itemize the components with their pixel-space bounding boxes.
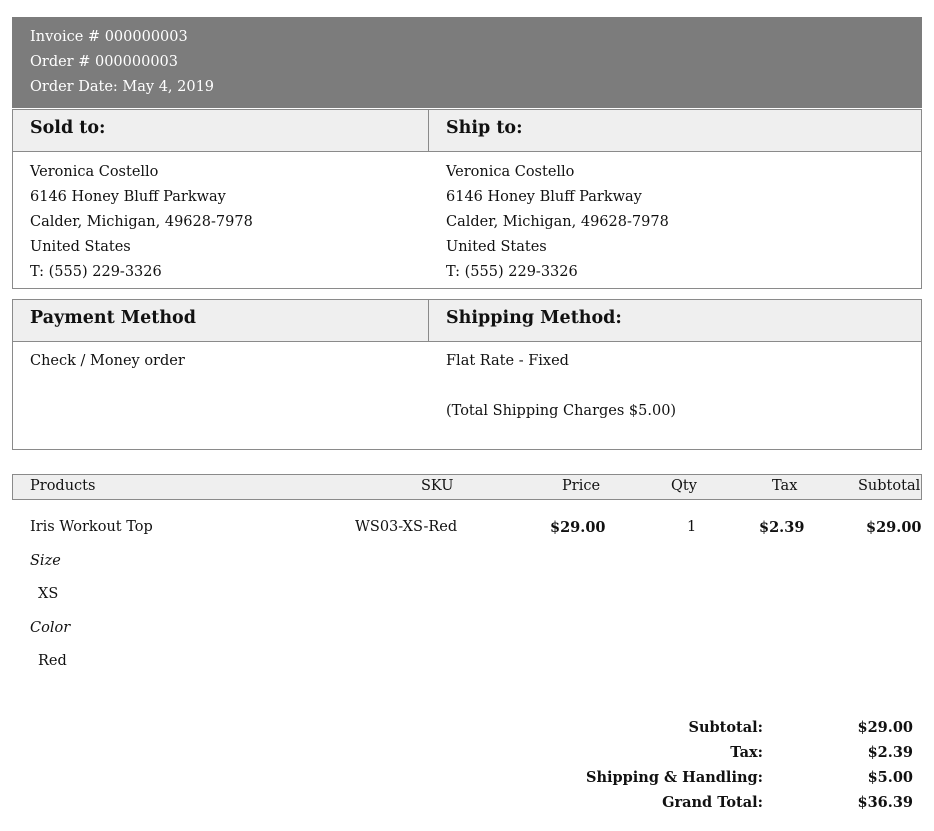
grand-total-value: $36.39 [857,794,914,811]
methods-section-header: Payment Method Shipping Method: [13,300,921,342]
ship-to-line: Veronica Costello [446,164,575,180]
sold-to-line: Calder, Michigan, 49628-7978 [30,214,253,230]
sold-to-address: Veronica Costello 6146 Honey Bluff Parkw… [13,152,429,285]
payment-method-value: Check / Money order [30,353,185,369]
product-tax: $2.39 [759,519,805,536]
sold-to-heading: Sold to: [13,110,429,151]
product-subtotal: $29.00 [866,519,922,536]
items-table-header: Products SKU Price Qty Tax Subtotal [12,474,922,500]
option-label: Size [30,553,61,569]
shipping-method-value: Flat Rate - Fixed [446,353,569,369]
ship-to-line: 6146 Honey Bluff Parkway [446,189,642,205]
order-date: Order Date: May 4, 2019 [30,79,215,95]
column-header-products: Products [30,478,96,494]
ship-to-line: Calder, Michigan, 49628-7978 [446,214,669,230]
invoice-number: Invoice # 000000003 [30,29,188,45]
order-number: Order # 000000003 [30,54,179,70]
sold-to-line: T: (555) 229-3326 [30,264,162,280]
option-value: Red [38,653,67,669]
totals-label: Shipping & Handling: [585,769,763,786]
totals-value: $29.00 [857,719,914,736]
shipping-method-details: Flat Rate - Fixed (Total Shipping Charge… [429,342,921,424]
option-label: Color [30,620,71,636]
methods-section: Payment Method Shipping Method: Check / … [12,299,922,450]
invoice-header: Invoice # 000000003 Order # 000000003 Or… [12,17,922,108]
totals-value: $2.39 [867,744,913,761]
product-qty: 1 [687,519,697,535]
shipping-method-heading: Shipping Method: [446,308,622,328]
product-price: $29.00 [550,519,606,536]
column-header-sku: SKU [421,478,454,494]
sold-to-line: Veronica Costello [30,164,159,180]
product-sku: WS03-XS-Red [355,519,458,535]
column-header-subtotal: Subtotal [858,478,921,494]
address-section-header: Sold to: Ship to: [13,110,921,152]
ship-to-heading: Ship to: [446,118,523,138]
totals-value: $5.00 [867,769,913,786]
totals-label: Tax: [730,744,763,761]
grand-total-label: Grand Total: [662,794,763,811]
column-header-tax: Tax [772,478,798,494]
totals-label: Subtotal: [688,719,763,736]
sold-to-line: United States [30,239,131,255]
column-header-price: Price [562,478,601,494]
payment-method-heading: Payment Method [13,300,429,341]
product-name: Iris Workout Top [30,519,153,535]
shipping-charges: (Total Shipping Charges $5.00) [446,403,677,419]
payment-method-details: Check / Money order [13,342,429,424]
ship-to-line: United States [446,239,547,255]
address-section: Sold to: Ship to: Veronica Costello 6146… [12,109,922,289]
sold-to-line: 6146 Honey Bluff Parkway [30,189,226,205]
ship-to-line: T: (555) 229-3326 [446,264,578,280]
ship-to-address: Veronica Costello 6146 Honey Bluff Parkw… [429,152,921,285]
column-header-qty: Qty [671,478,697,494]
option-value: XS [38,586,59,602]
